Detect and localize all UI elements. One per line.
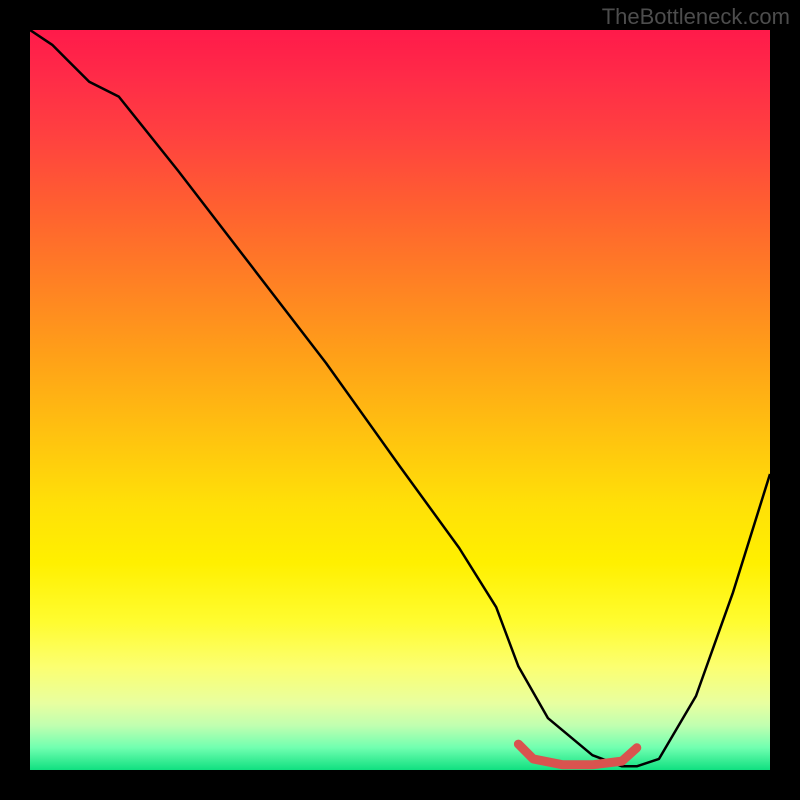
plot-area: [30, 30, 770, 770]
watermark-text: TheBottleneck.com: [602, 4, 790, 30]
curve-layer: [30, 30, 770, 770]
bottleneck-curve: [30, 30, 770, 766]
chart-container: TheBottleneck.com: [0, 0, 800, 800]
optimal-range-marker: [518, 744, 636, 765]
